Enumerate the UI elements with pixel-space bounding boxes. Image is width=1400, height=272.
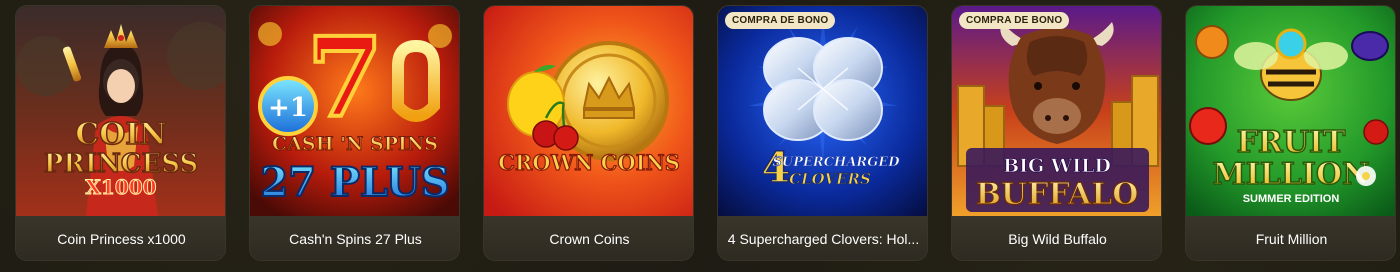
game-artwork: 7 +1 CASH 'N SPINS 27 PLUS <box>250 6 459 216</box>
game-title[interactable]: Crown Coins <box>484 216 693 260</box>
art-plus-one: +1 <box>268 93 308 123</box>
art-title-line-1: BIG WILD <box>1003 155 1111 177</box>
art-title-line-2: BUFFALO <box>976 177 1139 212</box>
game-card-4-supercharged-clovers[interactable]: COMPRA DE BONO 4 SUPERCHARGED CLOVERS 4 … <box>717 5 928 261</box>
game-title[interactable]: Cash'n Spins 27 Plus <box>250 216 459 260</box>
game-artwork: CROWN COINS <box>484 6 693 216</box>
game-title-text: Crown Coins <box>549 231 630 247</box>
game-artwork: COIN PRINCESS X1000 <box>16 6 225 216</box>
game-title[interactable]: Coin Princess x1000 <box>16 216 225 260</box>
game-title-text: Cash'n Spins 27 Plus <box>289 231 422 247</box>
art-title-line-3: SUMMER EDITION <box>1243 193 1340 205</box>
art-title-line-1: CASH 'N SPINS <box>272 133 438 155</box>
bonus-buy-badge: COMPRA DE BONO <box>725 12 836 29</box>
game-title[interactable]: 4 Supercharged Clovers: Hol... <box>718 216 927 260</box>
game-title[interactable]: Big Wild Buffalo <box>952 216 1161 260</box>
game-title-text: 4 Supercharged Clovers: Hol... <box>727 231 920 247</box>
game-thumbnail[interactable]: COIN PRINCESS X1000 <box>16 6 225 216</box>
game-artwork: FRUIT MILLION SUMMER EDITION <box>1186 6 1395 216</box>
game-card-crown-coins[interactable]: CROWN COINS Crown Coins <box>483 5 694 261</box>
game-thumbnail[interactable]: 4 SUPERCHARGED CLOVERS <box>718 6 927 216</box>
game-artwork: BIG WILD BUFFALO <box>952 6 1161 216</box>
game-thumbnail[interactable]: 7 +1 CASH 'N SPINS 27 PLUS <box>250 6 459 216</box>
game-thumbnail[interactable]: CROWN COINS <box>484 6 693 216</box>
game-thumbnail[interactable]: BIG WILD BUFFALO <box>952 6 1161 216</box>
game-title-text: Big Wild Buffalo <box>1008 231 1107 247</box>
game-card-fruit-million[interactable]: FRUIT MILLION SUMMER EDITION Fruit Milli… <box>1185 5 1396 261</box>
game-title-text: Fruit Million <box>1255 231 1328 247</box>
art-title-line-2: 27 PLUS <box>260 159 449 206</box>
art-title-line-3: X1000 <box>85 175 156 199</box>
art-title-line-1: COIN <box>75 117 166 152</box>
game-card-big-wild-buffalo[interactable]: COMPRA DE BONO BIG WILD BUFFALO Big Wild… <box>951 5 1162 261</box>
art-title-line-2: CLOVERS <box>789 170 871 188</box>
art-title-line-1: SUPERCHARGED <box>772 155 900 170</box>
bonus-buy-badge: COMPRA DE BONO <box>959 12 1070 29</box>
game-title[interactable]: Fruit Million <box>1186 216 1395 260</box>
game-title-text: Coin Princess x1000 <box>57 231 186 247</box>
game-card-coin-princess[interactable]: COIN PRINCESS X1000 Coin Princess x1000 <box>15 5 226 261</box>
game-thumbnail[interactable]: FRUIT MILLION SUMMER EDITION <box>1186 6 1395 216</box>
game-carousel-row: COIN PRINCESS X1000 Coin Princess x1000 <box>15 5 1396 261</box>
art-title-line-1: FRUIT <box>1237 125 1346 160</box>
art-title-line-2: MILLION <box>1212 157 1369 192</box>
art-title-line-1: CROWN COINS <box>498 150 680 175</box>
game-card-cashn-spins-27-plus[interactable]: 7 +1 CASH 'N SPINS 27 PLUS Cash'n Spins … <box>249 5 460 261</box>
art-seven: 7 <box>307 13 384 142</box>
game-artwork: 4 SUPERCHARGED CLOVERS <box>718 6 927 216</box>
